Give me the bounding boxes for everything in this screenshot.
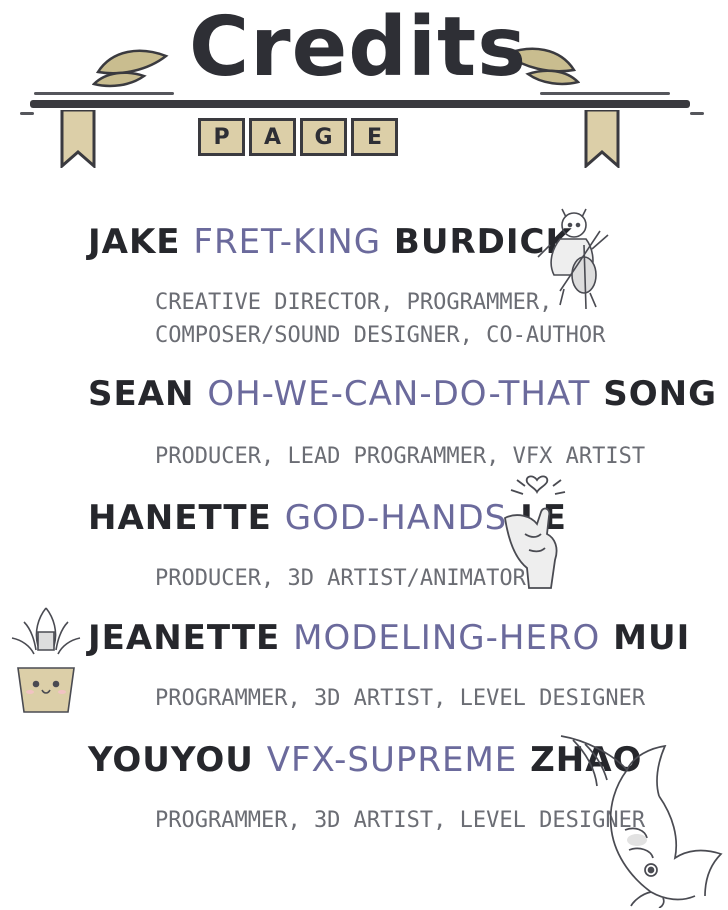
last-name: SONG bbox=[603, 374, 717, 414]
banner-dash bbox=[540, 92, 670, 95]
koi-fish-icon bbox=[560, 735, 723, 908]
last-name: MUI bbox=[613, 618, 691, 658]
role-line: COMPOSER/SOUND DESIGNER, CO-AUTHOR bbox=[155, 323, 606, 348]
cellist-sketch-icon bbox=[537, 208, 609, 310]
credit-name-jeanette: JEANETTE MODELING-HERO MUI bbox=[88, 618, 690, 658]
nickname: GOD-HANDS bbox=[284, 498, 508, 538]
finger-heart-hand-icon bbox=[504, 475, 566, 589]
subtitle-letter: A bbox=[249, 118, 296, 156]
first-name: JAKE bbox=[88, 222, 181, 262]
banner-dash bbox=[20, 112, 34, 115]
subtitle-letter: P bbox=[198, 118, 245, 156]
credit-role: PRODUCER, LEAD PROGRAMMER, VFX ARTIST bbox=[155, 440, 645, 473]
ribbon-left bbox=[60, 110, 96, 168]
ribbon-right bbox=[584, 110, 620, 168]
subtitle-letter: G bbox=[300, 118, 347, 156]
credit-name-jake: JAKE FRET-KING BURDICK bbox=[88, 222, 573, 262]
nickname: MODELING-HERO bbox=[293, 618, 601, 658]
subtitle-letter: E bbox=[351, 118, 398, 156]
credit-name-sean: SEAN OH-WE-CAN-DO-THAT SONG bbox=[88, 374, 717, 414]
first-name: YOUYOU bbox=[88, 740, 254, 780]
credit-role: PROGRAMMER, 3D ARTIST, LEVEL DESIGNER bbox=[155, 682, 645, 715]
nickname: VFX-SUPREME bbox=[266, 740, 518, 780]
page-subtitle-tiles: P A G E bbox=[198, 118, 468, 158]
succulent-pot-icon bbox=[11, 607, 81, 713]
leaf-left-icon bbox=[92, 49, 169, 88]
role-line: PRODUCER, 3D ARTIST/ANIMATOR bbox=[155, 566, 526, 591]
nickname: FRET-KING bbox=[193, 222, 382, 262]
first-name: JEANETTE bbox=[88, 618, 281, 658]
first-name: HANETTE bbox=[88, 498, 272, 538]
nickname: OH-WE-CAN-DO-THAT bbox=[207, 374, 591, 414]
role-line: PROGRAMMER, 3D ARTIST, LEVEL DESIGNER bbox=[155, 686, 646, 711]
banner-dash bbox=[690, 112, 704, 115]
credit-role: PRODUCER, 3D ARTIST/ANIMATOR bbox=[155, 562, 526, 595]
page-title: Credits bbox=[188, 0, 528, 95]
banner-dash bbox=[34, 92, 174, 95]
banner: Credits P A G E bbox=[0, 0, 728, 180]
first-name: SEAN bbox=[88, 374, 195, 414]
role-line: PRODUCER, LEAD PROGRAMMER, VFX ARTIST bbox=[155, 444, 646, 469]
banner-rule bbox=[30, 100, 690, 108]
